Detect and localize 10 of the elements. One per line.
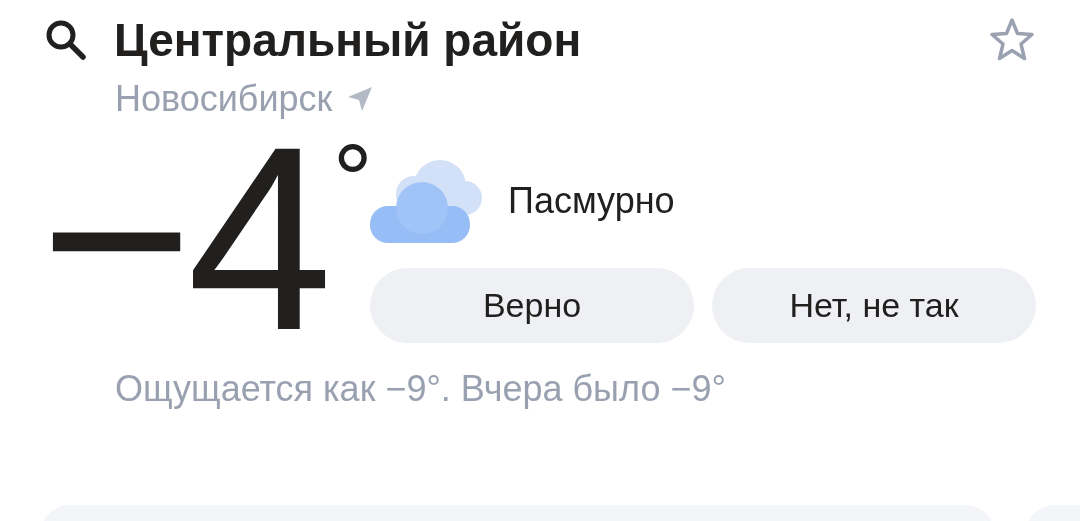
feels-like-text: Ощущается как −9°. Вчера было −9° — [115, 368, 727, 410]
search-icon[interactable] — [44, 18, 88, 62]
location-arrow-icon — [346, 85, 375, 113]
feedback-button[interactable]: Нет, не так — [712, 268, 1036, 343]
feedback-button[interactable]: Верно — [370, 268, 694, 343]
degree-mark: ° — [332, 134, 373, 224]
location-title: Центральный район — [114, 13, 583, 67]
city-name: Новосибирск — [115, 78, 333, 120]
temperature: −4 — [40, 134, 327, 344]
condition-label: Пасмурно — [508, 180, 675, 222]
